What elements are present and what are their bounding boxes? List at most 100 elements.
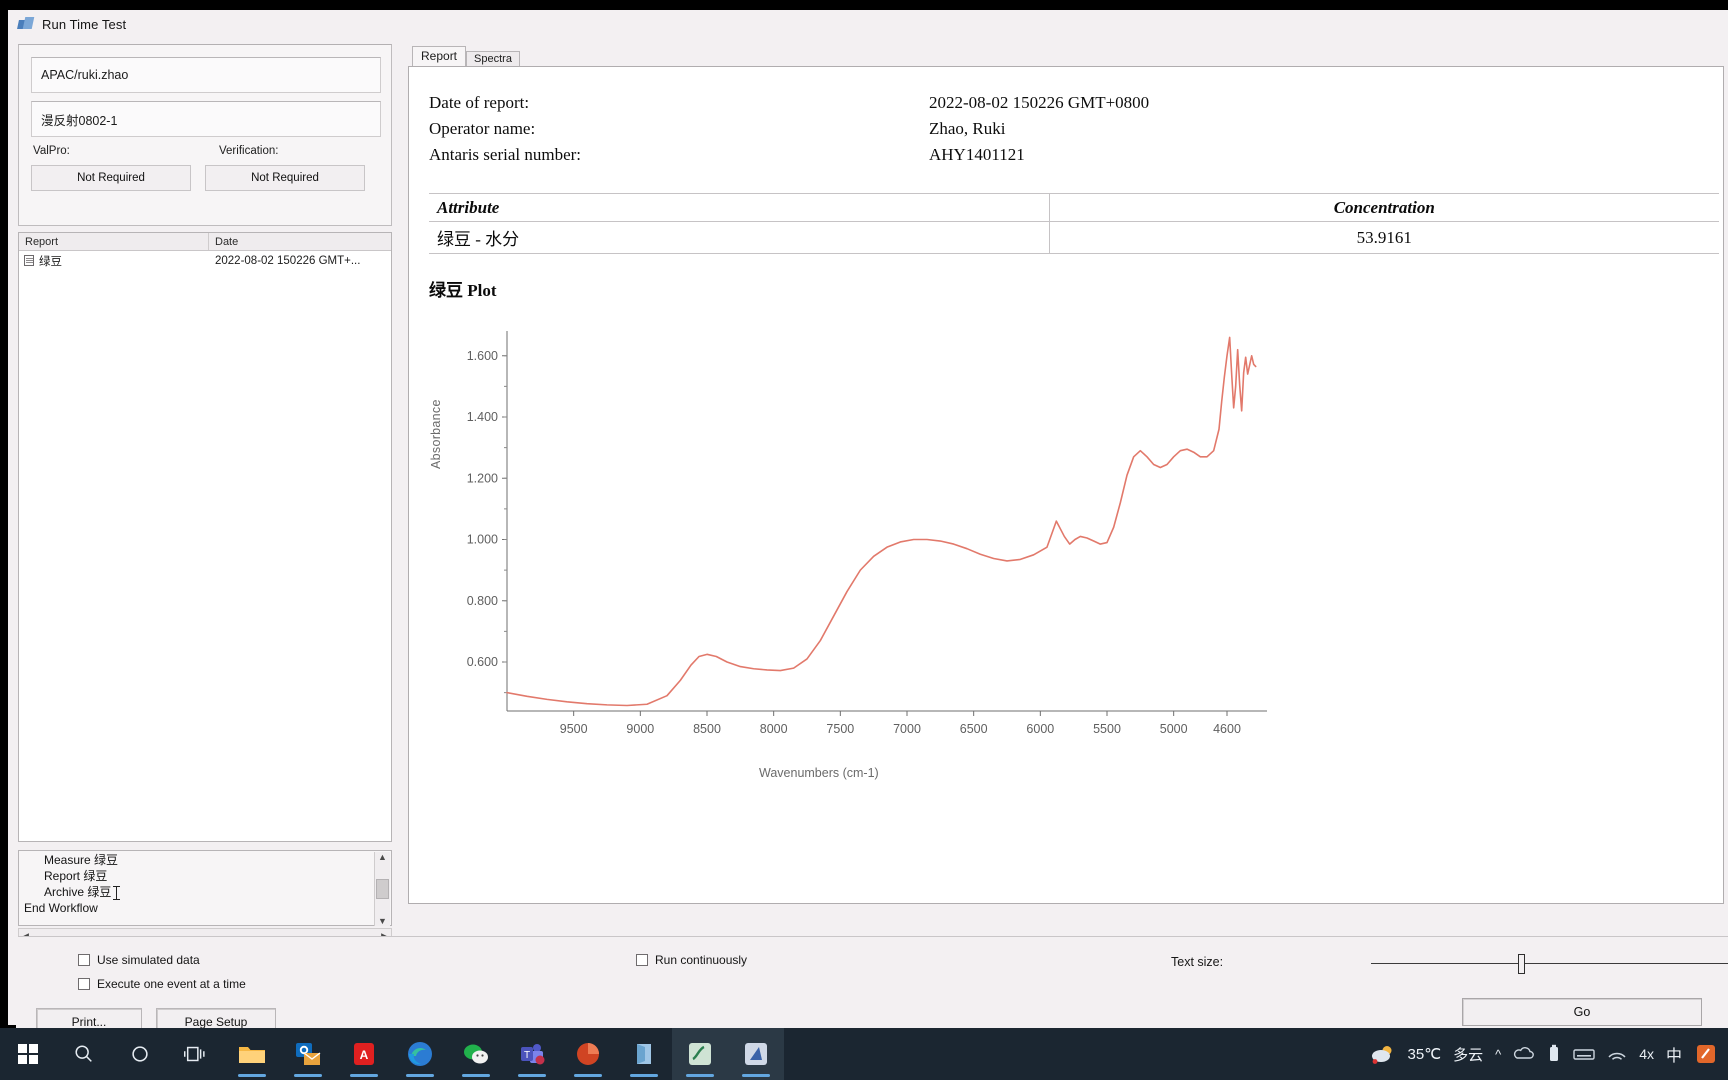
plot-title: 绿豆 Plot — [429, 281, 497, 300]
workflow-step-label: Archive 绿豆 — [44, 885, 112, 899]
left-panel: APAC/ruki.zhao 漫反射0802-1 ValPro: Verific… — [18, 44, 392, 944]
field-value: 2022-08-02 150226 GMT+0800 — [929, 93, 1150, 112]
tab-spectra[interactable]: Spectra — [466, 51, 520, 67]
network-icon[interactable] — [1607, 1046, 1627, 1062]
text-size-slider-track[interactable] — [1371, 963, 1728, 964]
report-cell: 绿豆 — [19, 253, 209, 269]
svg-text:1.000: 1.000 — [467, 533, 498, 547]
thermo-app[interactable] — [728, 1028, 784, 1080]
sample-field[interactable]: 漫反射0802-1 — [31, 101, 381, 137]
go-button[interactable]: Go — [1462, 998, 1702, 1026]
column-header-date[interactable]: Date — [209, 233, 391, 250]
svg-text:5500: 5500 — [1093, 722, 1121, 736]
workflow-step-end[interactable]: End Workflow — [20, 900, 368, 916]
screen: Run Time Test APAC/ruki.zhao 漫反射0802-1 V… — [0, 0, 1728, 1080]
scroll-down-icon[interactable]: ▼ — [378, 916, 387, 926]
onenote[interactable] — [616, 1028, 672, 1080]
chevron-up-icon[interactable]: ^ — [1495, 1047, 1501, 1062]
y-axis-label: Absorbance — [429, 399, 443, 469]
adobe-reader[interactable]: A — [336, 1028, 392, 1080]
field-label: Operator name: — [429, 119, 536, 138]
workflow-step-archive[interactable]: Archive 绿豆 — [20, 884, 368, 900]
temperature-text[interactable]: 35℃ — [1408, 1045, 1442, 1063]
keyboard-icon[interactable] — [1573, 1046, 1595, 1062]
task-view-button[interactable] — [168, 1028, 224, 1080]
attribute-table: Attribute Concentration 绿豆 - 水分 53.9161 — [429, 193, 1719, 254]
svg-text:4600: 4600 — [1213, 722, 1241, 736]
concentration-value: 53.9161 — [1049, 221, 1719, 254]
spectrum-plot: Absorbance Wavenumbers (cm-1) 0.600 0.800… — [429, 311, 1309, 811]
report-name: 绿豆 — [39, 255, 62, 268]
text-cursor — [113, 886, 120, 900]
checkbox-execute-one-event[interactable]: Execute one event at a time — [78, 977, 246, 991]
field-label: Antaris serial number: — [429, 145, 582, 164]
onedrive-icon[interactable] — [1513, 1045, 1535, 1063]
windows-taskbar: A T 35℃ 多云 ^ 4x 中 — [0, 1028, 1728, 1080]
wechat[interactable] — [448, 1028, 504, 1080]
checkbox-label: Use simulated data — [97, 953, 200, 967]
text-size-label: Text size: — [1171, 955, 1224, 969]
table-row[interactable]: 绿豆 2022-08-02 150226 GMT+... — [19, 251, 391, 270]
svg-text:6000: 6000 — [1026, 722, 1054, 736]
field-label: Date of report: — [429, 93, 530, 112]
column-header-report[interactable]: Report — [19, 233, 209, 250]
checkbox-use-simulated-data[interactable]: Use simulated data — [78, 953, 200, 967]
checkbox-box[interactable] — [78, 978, 90, 990]
ime-indicator[interactable]: 中 — [1666, 1042, 1682, 1066]
window-title: Run Time Test — [42, 16, 127, 32]
weather-text[interactable]: 多云 — [1453, 1044, 1483, 1065]
outlook-icon — [296, 1043, 321, 1065]
checkbox-box[interactable] — [78, 954, 90, 966]
text-size-slider-thumb[interactable] — [1518, 954, 1525, 974]
teams-icon: T — [521, 1044, 545, 1065]
workflow-steps-box: Measure 绿豆 Report 绿豆 Archive 绿豆 End Work… — [18, 850, 392, 926]
column-header-concentration: Concentration — [1049, 193, 1719, 222]
battery-icon[interactable] — [1547, 1044, 1561, 1064]
file-explorer[interactable] — [224, 1028, 280, 1080]
checkbox-run-continuously[interactable]: Run continuously — [636, 953, 747, 967]
report-date: 2022-08-02 150226 GMT+... — [215, 254, 361, 267]
workflow-step-measure[interactable]: Measure 绿豆 — [20, 852, 368, 868]
tab-bar: Report Spectra — [404, 44, 1724, 67]
workflow-step-label: Report 绿豆 — [44, 869, 108, 883]
adobe-icon: A — [354, 1043, 374, 1065]
report-list-header: Report Date — [19, 233, 391, 251]
checkbox-label: Run continuously — [655, 953, 748, 967]
workflow-step-label: Measure 绿豆 — [44, 853, 119, 867]
microsoft-teams[interactable]: T — [504, 1028, 560, 1080]
search-button[interactable] — [56, 1028, 112, 1080]
workflow-step-report[interactable]: Report 绿豆 — [20, 868, 368, 884]
scrollbar-thumb[interactable] — [376, 879, 389, 899]
svg-text:0.600: 0.600 — [467, 655, 498, 669]
workflow-vertical-scrollbar[interactable]: ▲ ▼ — [374, 852, 390, 926]
windows-logo-icon — [18, 1044, 38, 1064]
report-panel: Report Spectra Date of report: 2022-08-0… — [404, 44, 1724, 926]
checkbox-label: Execute one event at a time — [97, 977, 246, 991]
tray-app-icon[interactable] — [1694, 1042, 1718, 1066]
outlook[interactable] — [280, 1028, 336, 1080]
volume-muted-icon[interactable]: 4x — [1639, 1046, 1654, 1062]
result-app[interactable] — [672, 1028, 728, 1080]
report-field-serial: Antaris serial number: AHY1401121 — [429, 145, 1723, 171]
checkbox-box[interactable] — [636, 954, 648, 966]
svg-text:0.800: 0.800 — [467, 594, 498, 608]
valpro-status[interactable]: Not Required — [31, 165, 191, 191]
tab-report[interactable]: Report — [412, 46, 467, 67]
attribute-value: 绿豆 - 水分 — [429, 221, 1050, 254]
cortana-button[interactable] — [112, 1028, 168, 1080]
svg-text:5000: 5000 — [1160, 722, 1188, 736]
microsoft-edge[interactable] — [392, 1028, 448, 1080]
report-field-operator: Operator name: Zhao, Ruki — [429, 119, 1723, 145]
report-list[interactable]: Report Date 绿豆 2022-08-02 150226 GMT+... — [18, 232, 392, 842]
workflow-step-label: End Workflow — [24, 901, 98, 915]
start-button[interactable] — [0, 1028, 56, 1080]
verification-status[interactable]: Not Required — [205, 165, 365, 191]
workflow-steps-list[interactable]: Measure 绿豆 Report 绿豆 Archive 绿豆 End Work… — [20, 852, 368, 926]
user-field[interactable]: APAC/ruki.zhao — [31, 57, 381, 93]
folder-icon — [239, 1047, 265, 1063]
scroll-up-icon[interactable]: ▲ — [378, 852, 387, 862]
svg-text:7500: 7500 — [826, 722, 854, 736]
svg-text:7000: 7000 — [893, 722, 921, 736]
weather-icon — [1371, 1046, 1392, 1064]
powerpoint[interactable] — [560, 1028, 616, 1080]
